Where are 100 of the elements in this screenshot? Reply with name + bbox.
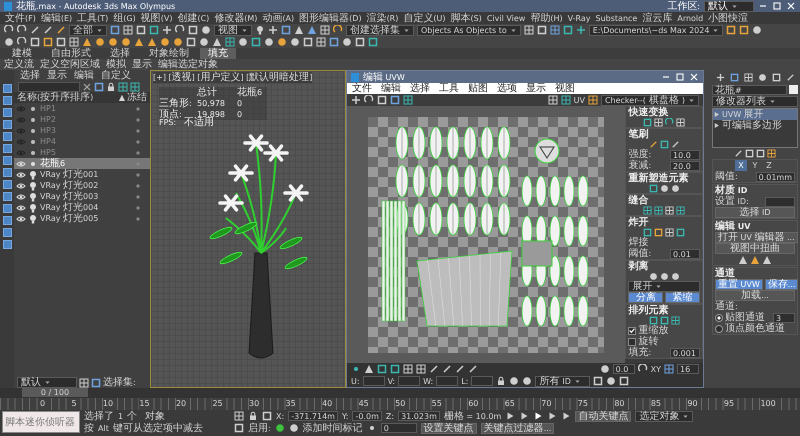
plus-icon[interactable] — [716, 72, 724, 82]
circle-icon[interactable] — [522, 376, 532, 386]
ribbon-tab[interactable]: 自由形式 — [43, 48, 99, 59]
ribbon-command[interactable]: 定义空闲区域 — [40, 59, 100, 70]
script-listener-field[interactable]: 脚本迷你侦听器 — [2, 411, 80, 433]
scene-row[interactable]: VRay 灯光002 — [14, 180, 150, 191]
grid-icon[interactable] — [79, 378, 89, 388]
square-icon[interactable] — [91, 378, 101, 388]
rollout-title[interactable]: 材质 ID — [715, 185, 795, 196]
circle-icon[interactable] — [108, 37, 118, 47]
menu-item[interactable]: 组(G) — [113, 12, 136, 24]
close-icon[interactable] — [82, 82, 92, 92]
square-icon[interactable] — [643, 118, 652, 127]
column-header[interactable]: 名称(按升序排序) — [17, 92, 117, 103]
named-selection-dropdown[interactable]: 创建选择集 — [346, 24, 414, 36]
square-icon[interactable] — [186, 37, 196, 47]
rollout-title[interactable]: 笔刷 — [628, 129, 700, 140]
maximize-icon[interactable] — [772, 1, 782, 11]
square-icon[interactable] — [56, 37, 66, 47]
button[interactable]: 加载... — [715, 290, 795, 301]
menu-item[interactable]: 文件(F) — [5, 12, 36, 24]
square-icon[interactable] — [654, 228, 664, 237]
axis-button[interactable]: Z — [763, 160, 775, 171]
grid-icon[interactable] — [130, 82, 140, 92]
grid-icon[interactable] — [403, 95, 413, 105]
ribbon-command[interactable]: 显示 — [132, 59, 152, 70]
layer-mode-dropdown[interactable]: Objects As Objects to — [417, 24, 521, 36]
circle-icon[interactable] — [160, 37, 170, 47]
number-field[interactable]: 10.0 — [670, 150, 700, 160]
grid-icon[interactable] — [524, 25, 534, 35]
button[interactable]: 关键点过滤器... — [480, 422, 554, 434]
plus-icon[interactable] — [576, 25, 586, 35]
frame-field[interactable]: 0 — [380, 423, 417, 433]
eye-icon[interactable] — [16, 214, 26, 224]
menu-item[interactable]: 创建(C) — [177, 12, 210, 24]
grid-icon[interactable] — [665, 228, 674, 237]
object-name-field[interactable]: 花瓶# — [712, 84, 787, 94]
object-name[interactable]: VRay 灯光002 — [40, 180, 132, 191]
radio-button[interactable] — [715, 324, 723, 332]
radio-button[interactable] — [715, 314, 723, 322]
square-icon[interactable] — [593, 376, 604, 386]
number-field[interactable] — [765, 196, 795, 206]
number-field[interactable]: 0.001 — [670, 348, 700, 358]
material-id-dropdown[interactable]: 所有 ID — [535, 376, 590, 386]
square-icon[interactable] — [149, 25, 159, 35]
plane-label[interactable]: XY — [650, 364, 661, 374]
square-icon[interactable] — [643, 228, 652, 237]
square-icon[interactable] — [756, 149, 765, 158]
bulb-icon[interactable] — [255, 25, 265, 35]
grid-icon[interactable] — [665, 206, 674, 215]
circle-icon[interactable] — [4, 37, 14, 47]
explorer-menu-item[interactable]: 自定义 — [101, 70, 131, 81]
menu-item[interactable]: 图形编辑器(D) — [299, 12, 362, 24]
menu-item[interactable]: 帮助(H) — [530, 12, 563, 24]
circle-icon[interactable] — [670, 184, 680, 193]
square-icon[interactable] — [30, 37, 40, 47]
coordinate-field[interactable]: 31.023m — [398, 411, 440, 421]
eye-icon[interactable] — [16, 170, 26, 180]
menu-item[interactable]: 选项 — [497, 83, 517, 94]
button[interactable]: 视图中扭曲 — [715, 243, 795, 254]
button[interactable]: 打开 UV 编辑器 ... — [715, 232, 798, 243]
square-icon[interactable] — [619, 376, 630, 386]
menu-item[interactable]: 贴图 — [468, 83, 488, 94]
texture-dropdown[interactable]: Checker--( 棋盘格 ) — [600, 94, 699, 106]
eye-icon[interactable] — [16, 180, 26, 190]
coordinate-field[interactable] — [436, 376, 458, 386]
scene-row[interactable]: VRay 灯光001 — [14, 169, 150, 180]
time-slider[interactable]: 0 / 100 — [22, 388, 88, 397]
eye-icon[interactable] — [16, 192, 26, 202]
grid-icon[interactable] — [403, 364, 413, 374]
scene-row[interactable]: VRay 灯光003 — [14, 191, 150, 202]
plus-icon[interactable] — [268, 25, 278, 35]
circle-icon[interactable] — [509, 376, 520, 386]
grid-icon[interactable] — [225, 37, 235, 47]
square-icon[interactable] — [536, 25, 547, 35]
menu-item[interactable]: Civil View — [486, 12, 526, 24]
selection-filter-dropdown[interactable]: 全部 — [69, 24, 107, 36]
circle-icon[interactable] — [201, 25, 211, 35]
object-name[interactable]: 花瓶6 — [40, 158, 132, 169]
coordinate-field[interactable]: -371.714m — [288, 411, 338, 421]
scene-row[interactable]: VRay 灯光004 — [14, 202, 150, 213]
lock-icon[interactable] — [248, 411, 258, 421]
square-icon[interactable] — [562, 25, 573, 35]
rollout-title[interactable]: 剥离 — [628, 261, 700, 272]
menu-item[interactable]: Arnold — [677, 12, 704, 24]
object-name[interactable]: VRay 灯光003 — [40, 191, 132, 202]
grid-icon[interactable] — [548, 95, 558, 105]
grid-icon[interactable] — [643, 206, 652, 215]
object-name[interactable]: VRay 灯光004 — [40, 202, 132, 213]
coordinate-field[interactable] — [471, 376, 494, 386]
slash-icon[interactable] — [670, 140, 680, 149]
menu-item[interactable]: 显示 — [526, 83, 546, 94]
square-icon[interactable] — [355, 37, 365, 47]
square-icon[interactable] — [188, 25, 198, 35]
checkbox[interactable] — [628, 326, 636, 334]
ribbon-command[interactable]: 模拟 — [106, 59, 126, 70]
modifier-stack-item[interactable]: 可编辑多边形 — [713, 120, 797, 131]
checkbox[interactable] — [628, 338, 636, 346]
square-icon[interactable] — [772, 72, 780, 82]
scene-row[interactable]: 花瓶6 — [14, 158, 150, 169]
